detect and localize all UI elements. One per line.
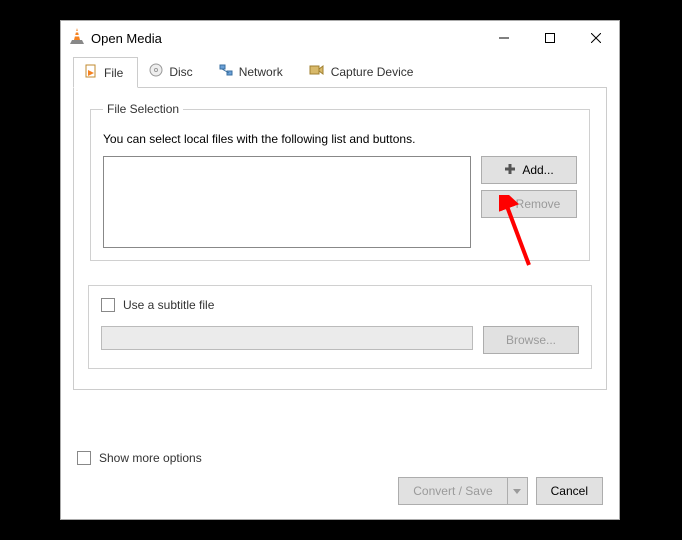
tab-content: File Selection You can select local file…: [73, 87, 607, 390]
tab-label: File: [104, 66, 123, 80]
button-label: Browse...: [506, 333, 556, 347]
remove-button[interactable]: Remove: [481, 190, 577, 218]
capture-icon: [309, 63, 325, 80]
button-label: Remove: [516, 197, 561, 211]
vlc-icon: [69, 27, 85, 50]
window-controls: [481, 23, 619, 53]
cancel-button[interactable]: Cancel: [536, 477, 603, 505]
button-label: Convert / Save: [413, 484, 492, 498]
tab-disc[interactable]: Disc: [138, 56, 207, 87]
minus-icon: [498, 197, 510, 212]
maximize-button[interactable]: [527, 23, 573, 53]
subtitle-section: Use a subtitle file Browse...: [88, 285, 592, 369]
tab-file[interactable]: File: [73, 57, 138, 88]
tab-label: Network: [239, 65, 283, 79]
network-icon: [219, 63, 233, 80]
tab-capture[interactable]: Capture Device: [298, 56, 429, 87]
window-title: Open Media: [91, 31, 162, 46]
show-more-checkbox[interactable]: [77, 451, 91, 465]
show-more-label: Show more options: [99, 451, 202, 465]
help-text: You can select local files with the foll…: [103, 132, 577, 146]
close-button[interactable]: [573, 23, 619, 53]
group-title: File Selection: [103, 102, 183, 116]
titlebar: Open Media: [61, 21, 619, 55]
plus-icon: [504, 163, 516, 178]
button-label: Cancel: [551, 484, 588, 498]
tab-label: Capture Device: [331, 65, 414, 79]
tab-network[interactable]: Network: [208, 56, 298, 87]
button-label: Add...: [522, 163, 553, 177]
file-selection-group: File Selection You can select local file…: [90, 102, 590, 261]
convert-save-button[interactable]: Convert / Save: [398, 477, 507, 505]
tabs: File Disc Network Capture Device: [61, 55, 619, 87]
convert-save-dropdown[interactable]: [508, 477, 528, 505]
chevron-down-icon: [513, 482, 521, 500]
subtitle-label: Use a subtitle file: [123, 298, 214, 312]
tab-label: Disc: [169, 65, 192, 79]
open-media-window: Open Media File Disc: [60, 20, 620, 520]
file-list[interactable]: [103, 156, 471, 248]
subtitle-checkbox[interactable]: [101, 298, 115, 312]
subtitle-path-input[interactable]: [101, 326, 473, 350]
file-icon: [84, 64, 98, 81]
minimize-button[interactable]: [481, 23, 527, 53]
disc-icon: [149, 63, 163, 80]
browse-button[interactable]: Browse...: [483, 326, 579, 354]
footer: Show more options Convert / Save Ca: [61, 439, 619, 519]
add-button[interactable]: Add...: [481, 156, 577, 184]
